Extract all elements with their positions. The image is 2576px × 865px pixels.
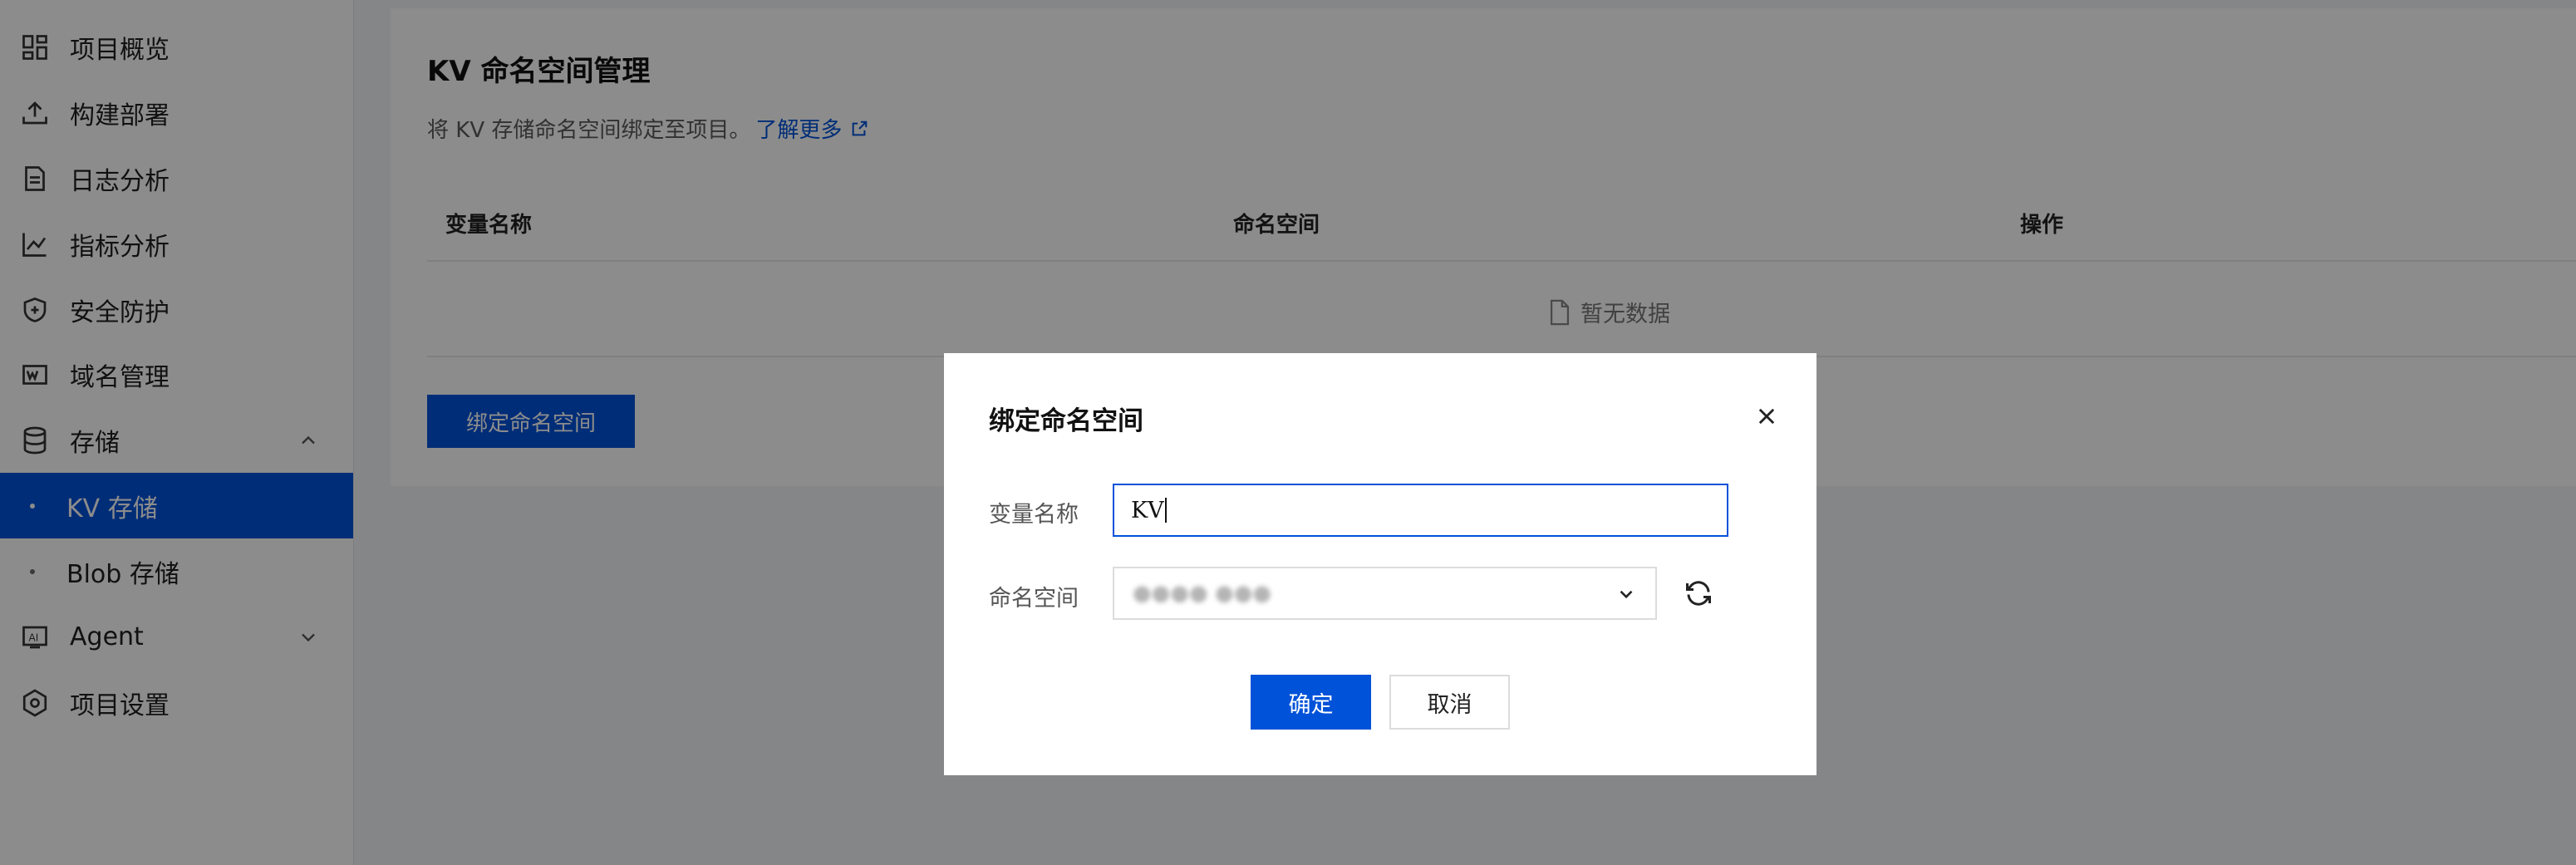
bind-namespace-dialog: 绑定命名空间 变量名称 KV 命名空间 ●●●● ●●● 确定 取消 — [944, 353, 1816, 775]
refresh-icon[interactable] — [1684, 578, 1713, 608]
namespace-value: ●●●● ●●● — [1133, 581, 1272, 606]
text-caret — [1164, 498, 1167, 523]
variable-name-label: 变量名称 — [989, 502, 1079, 528]
variable-name-value: KV — [1131, 497, 1164, 523]
confirm-button[interactable]: 确定 — [1251, 675, 1371, 730]
namespace-label: 命名空间 — [989, 586, 1079, 612]
namespace-select[interactable]: ●●●● ●●● — [1113, 567, 1657, 620]
close-icon — [1758, 408, 1775, 425]
close-button[interactable] — [1755, 405, 1778, 428]
dialog-title: 绑定命名空间 — [989, 406, 1143, 436]
variable-name-input[interactable]: KV — [1113, 484, 1728, 537]
chevron-down-icon — [1620, 590, 1633, 599]
cancel-button[interactable]: 取消 — [1389, 675, 1510, 730]
